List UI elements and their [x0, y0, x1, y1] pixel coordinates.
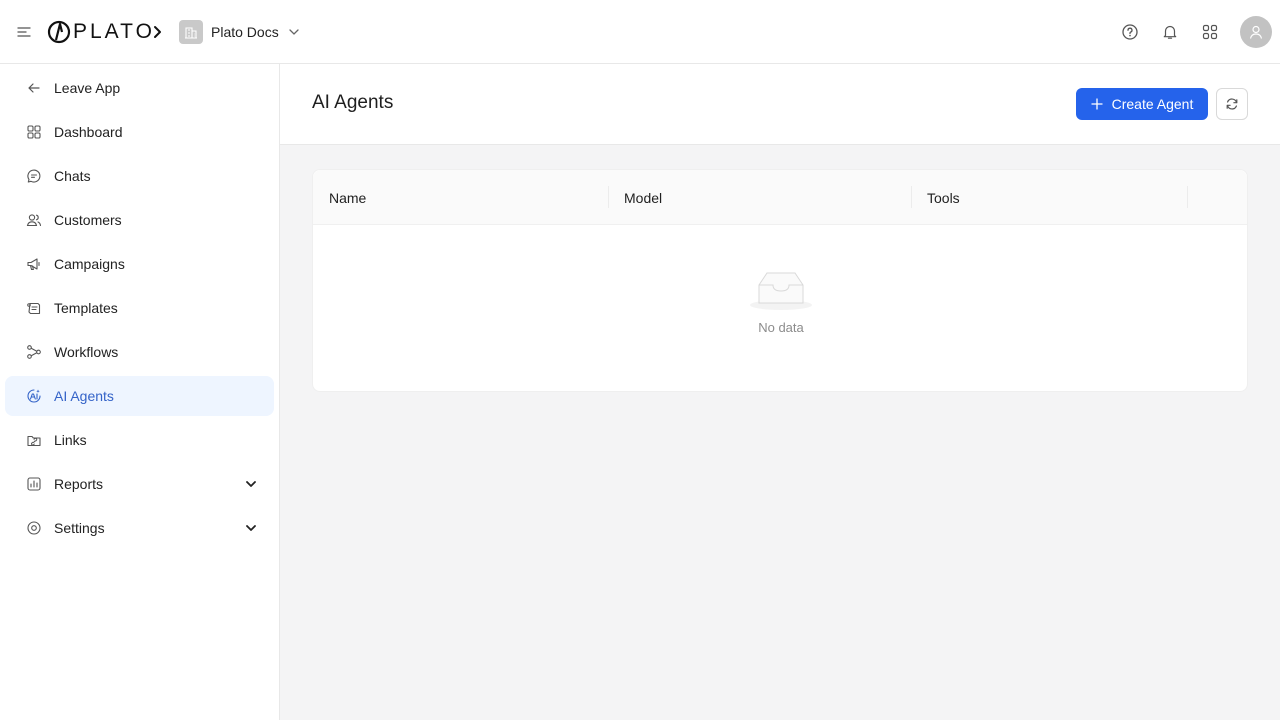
sidebar-item-templates[interactable]: Templates [5, 288, 274, 328]
help-icon[interactable] [1120, 22, 1140, 42]
column-divider [608, 186, 609, 208]
arrow-left-icon [26, 80, 42, 96]
chat-icon [26, 168, 42, 184]
ai-agent-icon [26, 388, 42, 404]
bell-icon[interactable] [1160, 22, 1180, 42]
plus-icon [1090, 98, 1103, 110]
column-divider [1187, 186, 1188, 208]
avatar[interactable] [1240, 16, 1272, 48]
sidebar-item-customers[interactable]: Customers [5, 200, 274, 240]
report-icon [26, 476, 42, 492]
table-header: Name Model Tools [313, 170, 1247, 225]
empty-inbox-icon [750, 272, 812, 310]
empty-text: No data [758, 320, 804, 335]
megaphone-icon [26, 256, 42, 272]
create-agent-button[interactable]: Create Agent [1076, 88, 1208, 120]
column-divider [911, 186, 912, 208]
top-actions [1120, 16, 1272, 48]
sidebar: Leave App Dashboard Chats Customers Camp… [0, 64, 280, 720]
template-icon [26, 300, 42, 316]
page-header: AI Agents Create Agent [280, 64, 1280, 145]
column-header-model[interactable]: Model [624, 170, 662, 225]
refresh-icon [1226, 98, 1238, 110]
sidebar-item-label: Customers [54, 212, 122, 228]
sidebar-item-workflows[interactable]: Workflows [5, 332, 274, 372]
sidebar-item-label: Settings [54, 520, 105, 536]
agents-table-card: Name Model Tools No data [312, 169, 1248, 392]
dashboard-icon [26, 124, 42, 140]
sidebar-item-label: Templates [54, 300, 118, 316]
sidebar-item-label: Leave App [54, 80, 121, 96]
sidebar-item-links[interactable]: Links [5, 420, 274, 460]
workspace-selector[interactable]: Plato Docs [179, 20, 301, 44]
refresh-button[interactable] [1216, 88, 1248, 120]
chevron-down-icon[interactable] [244, 477, 258, 491]
menu-toggle-icon[interactable] [16, 24, 32, 40]
sidebar-item-label: Dashboard [54, 124, 123, 140]
create-agent-label: Create Agent [1111, 96, 1194, 112]
workflow-icon [26, 344, 42, 360]
empty-state: No data [313, 270, 1249, 335]
column-header-tools[interactable]: Tools [927, 170, 960, 225]
building-icon [179, 20, 203, 44]
sidebar-item-chats[interactable]: Chats [5, 156, 274, 196]
users-icon [26, 212, 42, 228]
top-bar: PLATO Plato Docs [0, 0, 1280, 64]
sidebar-item-label: Chats [54, 168, 91, 184]
settings-icon [26, 520, 42, 536]
sidebar-nav: Leave App Dashboard Chats Customers Camp… [0, 64, 279, 548]
sidebar-item-label: AI Agents [54, 388, 114, 404]
sidebar-item-label: Reports [54, 476, 104, 492]
sidebar-item-label: Links [54, 432, 87, 448]
chevron-down-icon[interactable] [244, 521, 258, 535]
sidebar-item-ai-agents[interactable]: AI Agents [5, 376, 274, 416]
chevron-down-icon [289, 29, 299, 35]
main-content: AI Agents Create Agent Name Model Tools … [280, 64, 1280, 720]
brand-logo[interactable]: PLATO [47, 20, 155, 44]
workspace-name: Plato Docs [211, 24, 279, 40]
link-icon [26, 432, 42, 448]
sidebar-item-settings[interactable]: Settings [5, 508, 274, 548]
apps-grid-icon[interactable] [1200, 22, 1220, 42]
sidebar-item-reports[interactable]: Reports [5, 464, 274, 504]
brand-name: PLATO [73, 20, 155, 43]
sidebar-item-label: Workflows [54, 344, 119, 360]
sidebar-item-dashboard[interactable]: Dashboard [5, 112, 274, 152]
page-title: AI Agents [312, 92, 394, 113]
sidebar-item-campaigns[interactable]: Campaigns [5, 244, 274, 284]
sidebar-item-label: Campaigns [54, 256, 125, 272]
sidebar-item-leave-app[interactable]: Leave App [5, 68, 274, 108]
user-icon [1249, 25, 1263, 39]
brand-mark-icon [47, 20, 71, 44]
column-header-name[interactable]: Name [329, 170, 366, 225]
chevron-right-icon [151, 24, 165, 40]
